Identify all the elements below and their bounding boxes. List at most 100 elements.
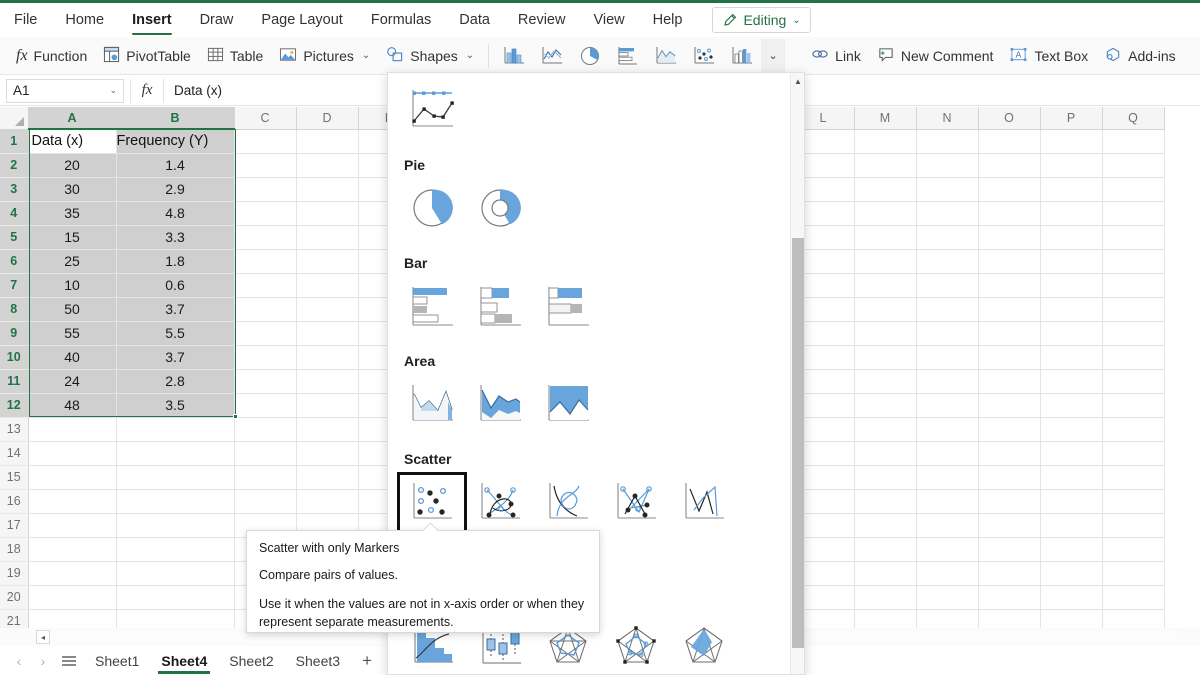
row-header-12[interactable]: 12 [0, 393, 29, 418]
combo-chart-button[interactable] [723, 40, 761, 72]
cell-B19[interactable] [116, 561, 235, 586]
cell-B4[interactable]: 4.8 [116, 201, 235, 226]
row-header-15[interactable]: 15 [0, 465, 29, 490]
add-ins-button[interactable]: Add-ins [1096, 41, 1183, 71]
row-header-6[interactable]: 6 [0, 249, 29, 274]
row-header-4[interactable]: 4 [0, 201, 29, 226]
cell-C15[interactable] [234, 465, 297, 490]
cell-M20[interactable] [854, 585, 917, 610]
cell-O6[interactable] [978, 249, 1041, 274]
cell-N11[interactable] [916, 369, 979, 394]
sheet-tab-sheet3[interactable]: Sheet3 [285, 648, 351, 674]
column-header-A[interactable]: A [28, 107, 117, 130]
cell-Q15[interactable] [1102, 465, 1165, 490]
cell-B1[interactable]: Frequency (Y) [116, 129, 235, 154]
cell-A13[interactable] [28, 417, 117, 442]
cell-Q8[interactable] [1102, 297, 1165, 322]
cell-C7[interactable] [234, 273, 297, 298]
cell-P7[interactable] [1040, 273, 1103, 298]
cell-O11[interactable] [978, 369, 1041, 394]
cell-D16[interactable] [296, 489, 359, 514]
cell-N6[interactable] [916, 249, 979, 274]
previous-sheet-arrow-icon[interactable]: ‹ [8, 650, 30, 672]
cell-O12[interactable] [978, 393, 1041, 418]
scatter-straight-lines-markers-gallery-item[interactable] [602, 473, 670, 535]
cell-A4[interactable]: 35 [28, 201, 117, 226]
row-header-16[interactable]: 16 [0, 489, 29, 514]
cell-Q10[interactable] [1102, 345, 1165, 370]
cell-D9[interactable] [296, 321, 359, 346]
cell-N4[interactable] [916, 201, 979, 226]
ribbon-tab-data[interactable]: Data [445, 3, 504, 37]
cell-P8[interactable] [1040, 297, 1103, 322]
cell-N5[interactable] [916, 225, 979, 250]
cell-B16[interactable] [116, 489, 235, 514]
cell-N15[interactable] [916, 465, 979, 490]
name-box[interactable]: A1 ⌄ [6, 78, 124, 103]
cell-P20[interactable] [1040, 585, 1103, 610]
column-header-Q[interactable]: Q [1102, 107, 1165, 130]
cell-C11[interactable] [234, 369, 297, 394]
cell-N9[interactable] [916, 321, 979, 346]
cell-C8[interactable] [234, 297, 297, 322]
cell-O10[interactable] [978, 345, 1041, 370]
row-header-13[interactable]: 13 [0, 417, 29, 442]
cell-M16[interactable] [854, 489, 917, 514]
cell-P5[interactable] [1040, 225, 1103, 250]
next-sheet-arrow-icon[interactable]: › [32, 650, 54, 672]
cell-O16[interactable] [978, 489, 1041, 514]
cell-A16[interactable] [28, 489, 117, 514]
cell-P18[interactable] [1040, 537, 1103, 562]
cell-N7[interactable] [916, 273, 979, 298]
cell-M4[interactable] [854, 201, 917, 226]
cell-B8[interactable]: 3.7 [116, 297, 235, 322]
cell-Q16[interactable] [1102, 489, 1165, 514]
cell-A17[interactable] [28, 513, 117, 538]
cell-B11[interactable]: 2.8 [116, 369, 235, 394]
column-header-B[interactable]: B [116, 107, 235, 130]
cell-M13[interactable] [854, 417, 917, 442]
cell-P9[interactable] [1040, 321, 1103, 346]
cell-B10[interactable]: 3.7 [116, 345, 235, 370]
cell-A20[interactable] [28, 585, 117, 610]
cell-N12[interactable] [916, 393, 979, 418]
scroll-left-arrow-icon[interactable]: ◂ [36, 630, 50, 644]
cell-P1[interactable] [1040, 129, 1103, 154]
cell-Q19[interactable] [1102, 561, 1165, 586]
cell-P12[interactable] [1040, 393, 1103, 418]
cell-P3[interactable] [1040, 177, 1103, 202]
100-stacked-area-gallery-item[interactable] [534, 375, 602, 437]
cell-M6[interactable] [854, 249, 917, 274]
line-with-markers-gallery-item[interactable] [398, 81, 466, 143]
selection-fill-handle[interactable] [233, 414, 238, 419]
cell-D13[interactable] [296, 417, 359, 442]
row-header-14[interactable]: 14 [0, 441, 29, 466]
cell-D1[interactable] [296, 129, 359, 154]
cell-B18[interactable] [116, 537, 235, 562]
cell-P15[interactable] [1040, 465, 1103, 490]
cell-D6[interactable] [296, 249, 359, 274]
sheet-tab-sheet4[interactable]: Sheet4 [150, 648, 218, 674]
cell-C1[interactable] [234, 129, 297, 154]
scatter-chart-button[interactable] [685, 40, 723, 72]
bar-chart-button[interactable] [609, 40, 647, 72]
cell-O2[interactable] [978, 153, 1041, 178]
cell-Q1[interactable] [1102, 129, 1165, 154]
row-header-2[interactable]: 2 [0, 153, 29, 178]
cell-A9[interactable]: 55 [28, 321, 117, 346]
cell-B5[interactable]: 3.3 [116, 225, 235, 250]
gallery-scrollbar[interactable]: ▲ [790, 73, 804, 674]
cell-M19[interactable] [854, 561, 917, 586]
cell-B15[interactable] [116, 465, 235, 490]
cell-O8[interactable] [978, 297, 1041, 322]
cell-D8[interactable] [296, 297, 359, 322]
cell-Q9[interactable] [1102, 321, 1165, 346]
cell-N20[interactable] [916, 585, 979, 610]
cell-O9[interactable] [978, 321, 1041, 346]
cell-O7[interactable] [978, 273, 1041, 298]
ribbon-tab-home[interactable]: Home [51, 3, 118, 37]
cell-D5[interactable] [296, 225, 359, 250]
cell-B12[interactable]: 3.5 [116, 393, 235, 418]
cell-O14[interactable] [978, 441, 1041, 466]
cell-D15[interactable] [296, 465, 359, 490]
